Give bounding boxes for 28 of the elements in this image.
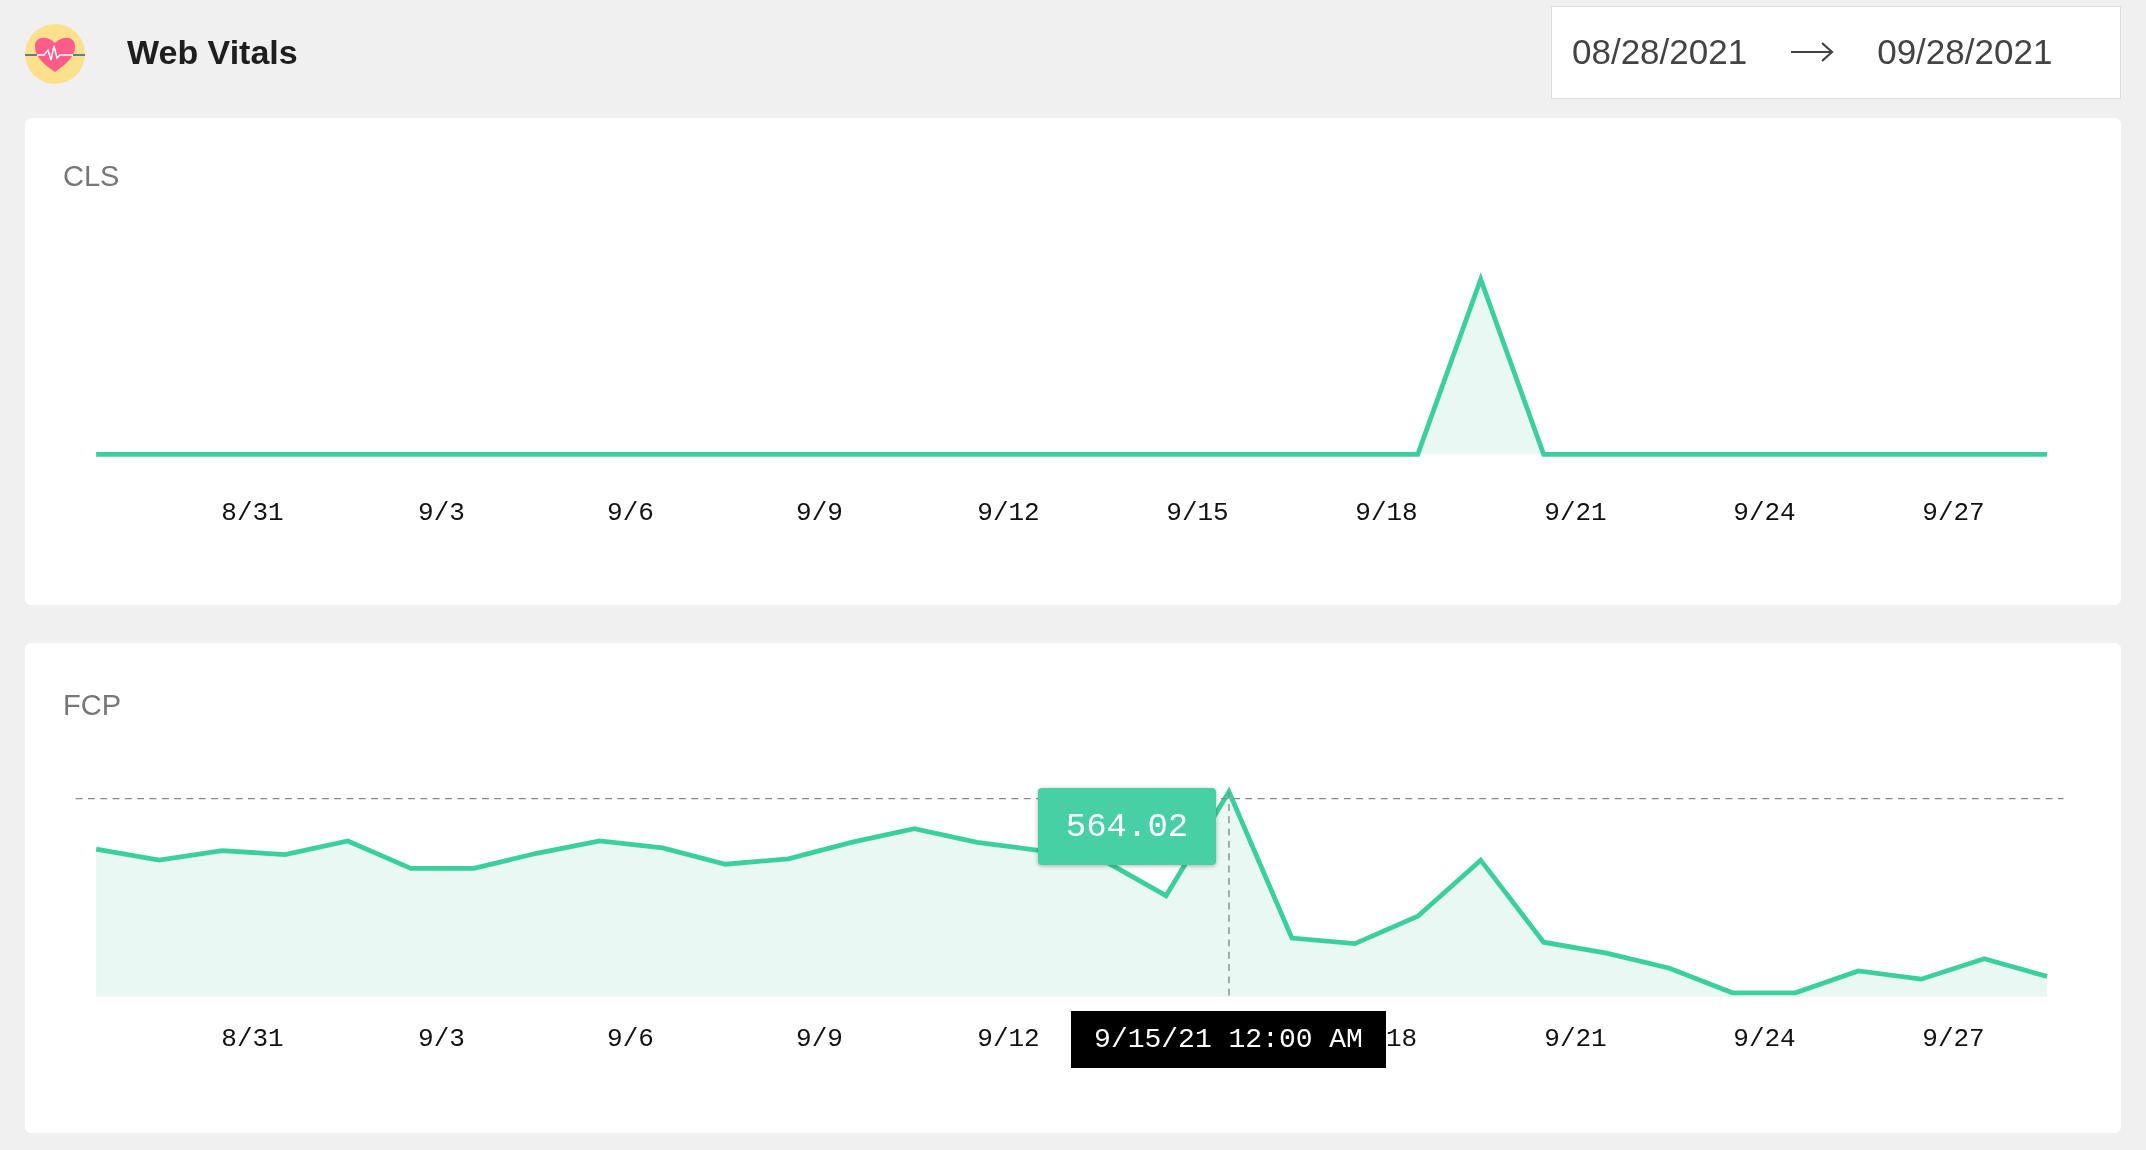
date-tooltip: 9/15/21 12:00 AM — [1071, 1010, 1386, 1068]
chart-title: CLS — [62, 159, 121, 194]
chart-title: FCP — [62, 688, 122, 723]
axis-label: 9/15 — [1166, 498, 1229, 529]
axis-label: 9/27 — [1922, 1024, 1985, 1055]
axis-label: 9/3 — [418, 498, 465, 529]
axis-label: 9/6 — [607, 1024, 654, 1055]
axis-label: 9/21 — [1544, 1024, 1607, 1055]
arrow-right-icon — [1789, 40, 1836, 64]
end-date[interactable]: 09/28/2021 — [1877, 32, 2053, 72]
start-date[interactable]: 08/28/2021 — [1572, 32, 1748, 72]
axis-label: 9/21 — [1544, 498, 1607, 529]
axis-label: 9/12 — [977, 498, 1040, 529]
axis-label: 9/9 — [796, 498, 843, 529]
axis-label: 9/3 — [418, 1024, 465, 1055]
axis-label: 9/24 — [1733, 498, 1796, 529]
axis-label: 9/24 — [1733, 1024, 1796, 1055]
axis-label: 18 — [1386, 1024, 1418, 1055]
date-range-picker[interactable]: 08/28/2021 09/28/2021 — [1551, 5, 2121, 99]
axis-label: 9/9 — [796, 1024, 843, 1055]
page-title: Web Vitals — [127, 32, 298, 72]
value-tooltip: 564.02 — [1038, 788, 1216, 865]
axis-label: 9/18 — [1355, 498, 1418, 529]
axis-label: 8/31 — [221, 1024, 284, 1055]
axis-label: 8/31 — [221, 498, 284, 529]
axis-label: 9/27 — [1922, 498, 1985, 529]
axis-label: 9/6 — [607, 498, 654, 529]
axis-label: 9/12 — [977, 1024, 1040, 1055]
